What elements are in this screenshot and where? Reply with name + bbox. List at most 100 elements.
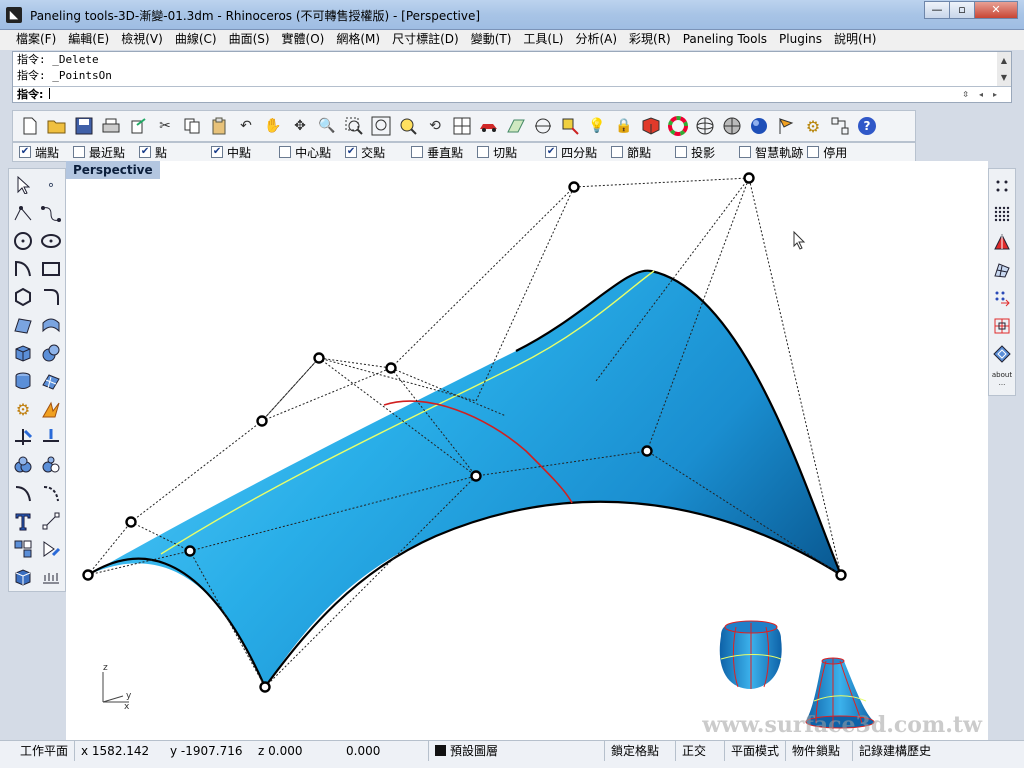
export-icon[interactable] — [127, 115, 149, 137]
offset-grid-icon[interactable] — [991, 287, 1013, 309]
dense-grid-icon[interactable] — [991, 203, 1013, 225]
arc-icon[interactable] — [12, 258, 34, 280]
osnap-end[interactable]: ✔ 端點 — [19, 144, 59, 161]
grid-icon[interactable] — [505, 115, 527, 137]
checkbox-perpendicular[interactable] — [411, 146, 424, 158]
gear-transform-icon[interactable]: ⚙ — [12, 398, 34, 420]
zoom-window-icon[interactable] — [343, 115, 365, 137]
render-sphere-icon[interactable] — [748, 115, 770, 137]
panel-cells-icon[interactable] — [991, 315, 1013, 337]
status-grid-snap[interactable]: 鎖定格點 — [604, 741, 659, 761]
checkbox-smarttrack[interactable] — [739, 146, 752, 158]
menu-render[interactable]: 彩現(R) — [623, 30, 677, 50]
osnap-mid[interactable]: ✔ 中點 — [211, 144, 251, 161]
osnap-perpendicular[interactable]: 垂直點 — [411, 144, 463, 161]
osnap-intersection[interactable]: ✔ 交點 — [345, 144, 385, 161]
surface-corner-icon[interactable] — [12, 314, 34, 336]
command-history-scrollbar[interactable]: ▲ ▼ — [997, 52, 1011, 86]
box-icon[interactable] — [12, 342, 34, 364]
minimize-button[interactable]: — — [924, 1, 950, 19]
rebuild-surface-icon[interactable] — [40, 482, 62, 504]
osnap-icon[interactable] — [559, 115, 581, 137]
ellipse-icon[interactable] — [40, 230, 62, 252]
close-button[interactable]: ✕ — [974, 1, 1018, 19]
undo-icon[interactable]: ↶ — [235, 115, 257, 137]
osnap-center[interactable]: 中心點 — [279, 144, 331, 161]
viewport-title-tab[interactable]: Perspective — [66, 161, 160, 179]
menu-analyze[interactable]: 分析(A) — [569, 30, 623, 50]
gear-icon[interactable]: ⚙ — [802, 115, 824, 137]
pan-icon[interactable]: ✋ — [262, 115, 284, 137]
menu-mesh[interactable]: 網格(M) — [330, 30, 386, 50]
checkbox-mid[interactable]: ✔ — [211, 146, 224, 158]
point-grid-icon[interactable] — [991, 175, 1013, 197]
rectangle-icon[interactable] — [40, 258, 62, 280]
four-viewports-icon[interactable] — [451, 115, 473, 137]
menu-transform[interactable]: 變動(T) — [465, 30, 518, 50]
checkbox-point[interactable]: ✔ — [139, 146, 152, 158]
menu-curve[interactable]: 曲線(C) — [169, 30, 223, 50]
shade-sphere-icon[interactable] — [721, 115, 743, 137]
cylinder-icon[interactable] — [12, 370, 34, 392]
grid-surface-icon[interactable] — [991, 259, 1013, 281]
zoom-dynamic-icon[interactable]: 🔍 — [316, 115, 338, 137]
osnap-disable[interactable]: 停用 — [807, 144, 847, 161]
flag-icon[interactable] — [775, 115, 797, 137]
checkbox-disable[interactable] — [807, 146, 820, 158]
menu-surface[interactable]: 曲面(S) — [223, 30, 276, 50]
sphere-icon[interactable] — [40, 342, 62, 364]
group-icon[interactable] — [12, 538, 34, 560]
command-spin-arrows[interactable]: ⇳◂▸ — [962, 87, 1007, 102]
lock-icon[interactable]: 🔒 — [613, 115, 635, 137]
wire-sphere-icon[interactable] — [694, 115, 716, 137]
boolean-union-icon[interactable] — [12, 454, 34, 476]
car-icon[interactable] — [478, 115, 500, 137]
diamond-panel-icon[interactable] — [991, 343, 1013, 365]
checkbox-quadrant[interactable]: ✔ — [545, 146, 558, 158]
command-prompt[interactable]: 指令: ⇳◂▸ — [13, 86, 1011, 102]
osnap-project[interactable]: 投影 — [675, 144, 715, 161]
trim-icon[interactable] — [12, 426, 34, 448]
menu-plugins[interactable]: Plugins — [773, 30, 828, 50]
menu-dimension[interactable]: 尺寸標註(D) — [386, 30, 465, 50]
point-icon[interactable]: ∘ — [40, 174, 62, 196]
menu-view[interactable]: 檢視(V) — [115, 30, 169, 50]
dimension-icon[interactable] — [829, 115, 851, 137]
undo-view-icon[interactable]: ⟲ — [424, 115, 446, 137]
checkbox-project[interactable] — [675, 146, 688, 158]
rebuild-curve-icon[interactable] — [12, 482, 34, 504]
polyline-icon[interactable] — [12, 202, 34, 224]
panel-grid-icon[interactable] — [40, 566, 62, 588]
triangle-panel-icon[interactable] — [991, 231, 1013, 253]
status-cplane[interactable]: 工作平面 — [20, 741, 68, 761]
curve-icon[interactable] — [40, 202, 62, 224]
surface-extrude-icon[interactable] — [40, 314, 62, 336]
status-layer[interactable]: 預設圖層 — [428, 741, 498, 761]
menu-paneling-tools[interactable]: Paneling Tools — [677, 30, 773, 50]
status-ortho[interactable]: 正交 — [675, 741, 706, 761]
paste-icon[interactable] — [208, 115, 230, 137]
checkbox-near[interactable] — [73, 146, 86, 158]
checkbox-knot[interactable] — [611, 146, 624, 158]
mesh-icon[interactable] — [40, 370, 62, 392]
save-icon[interactable] — [73, 115, 95, 137]
menu-file[interactable]: 檔案(F) — [10, 30, 62, 50]
rotate-view-icon[interactable]: ✥ — [289, 115, 311, 137]
circle-icon[interactable] — [12, 230, 34, 252]
osnap-tangent[interactable]: 切點 — [477, 144, 517, 161]
menu-solid[interactable]: 實體(O) — [276, 30, 331, 50]
restore-button[interactable]: ▫ — [949, 1, 975, 19]
help-icon[interactable]: ? — [856, 115, 878, 137]
select-arrow-icon[interactable] — [12, 174, 34, 196]
status-planar[interactable]: 平面模式 — [724, 741, 779, 761]
menu-help[interactable]: 說明(H) — [828, 30, 882, 50]
dimension-tool-icon[interactable] — [40, 510, 62, 532]
perspective-viewport[interactable]: z y x Perspective www.surface3d.com.tw — [66, 161, 988, 740]
new-icon[interactable] — [19, 115, 41, 137]
zoom-selected-icon[interactable] — [397, 115, 419, 137]
render-box-icon[interactable] — [12, 566, 34, 588]
rhino-app-icon[interactable]: ◣ — [6, 7, 22, 23]
copy-icon[interactable] — [181, 115, 203, 137]
status-osnap[interactable]: 物件鎖點 — [785, 741, 840, 761]
fillet-icon[interactable] — [40, 286, 62, 308]
